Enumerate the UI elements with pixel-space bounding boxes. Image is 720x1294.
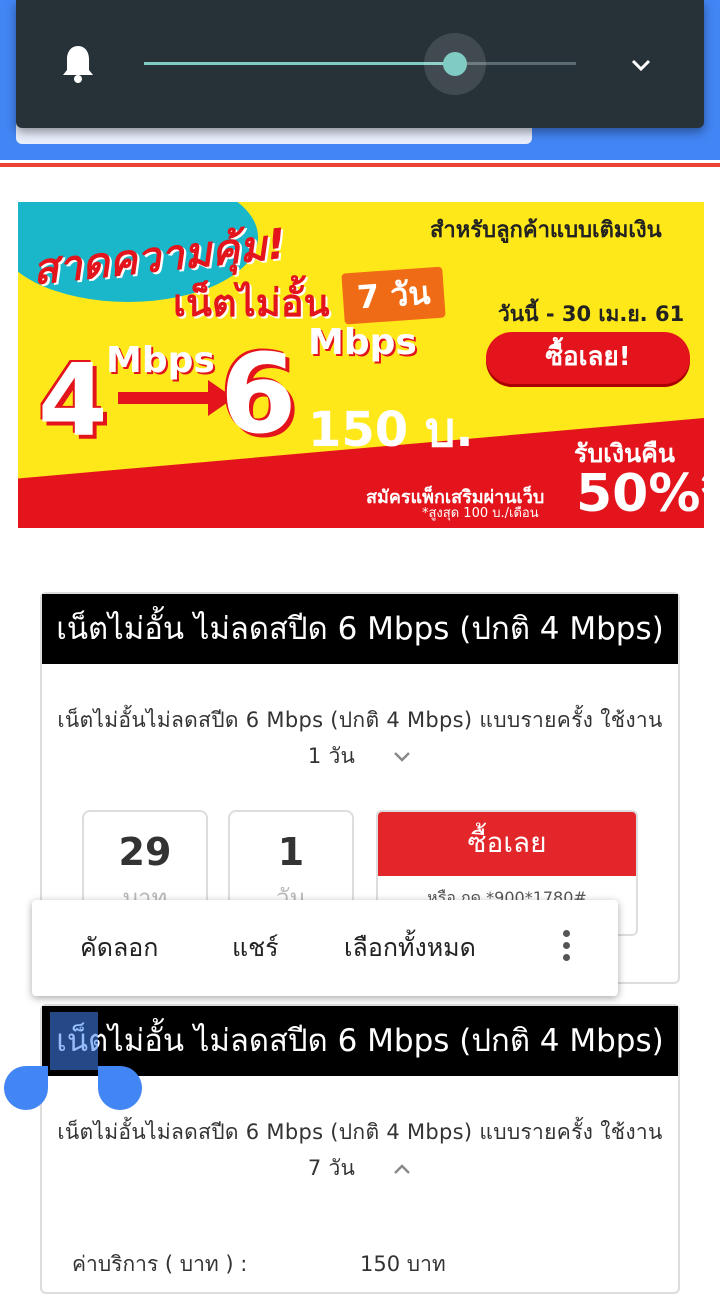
- banner-to-unit: Mbps: [308, 322, 417, 363]
- buy-button[interactable]: ซื้อเลย: [378, 812, 636, 876]
- package-card: เน็ตไม่อั้น ไม่ลดสปีด 6 Mbps (ปกติ 4 Mbp…: [40, 1004, 680, 1294]
- volume-panel: [16, 0, 704, 128]
- duration-value: 1: [277, 830, 305, 874]
- menu-item-copy[interactable]: คัดลอก: [80, 900, 158, 996]
- text-selection-highlight: [50, 1012, 98, 1070]
- volume-slider-track[interactable]: [144, 62, 576, 65]
- banner-cashback-percent: 50%*: [576, 464, 704, 524]
- package-description-line: เน็ตไม่อั้นไม่ลดสปีด 6 Mbps (ปกติ 4 Mbps…: [57, 1120, 663, 1144]
- banner-from-unit: Mbps: [106, 340, 215, 381]
- package-description: เน็ตไม่อั้นไม่ลดสปีด 6 Mbps (ปกติ 4 Mbps…: [42, 1114, 678, 1186]
- banner-from-speed: 4: [38, 342, 108, 459]
- selection-handle-left[interactable]: [4, 1066, 48, 1110]
- menu-item-share[interactable]: แชร์: [232, 900, 279, 996]
- package-description-line: เน็ตไม่อั้นไม่ลดสปีด 6 Mbps (ปกติ 4 Mbps…: [57, 708, 663, 732]
- banner-price: 150 บ.: [308, 402, 474, 458]
- fee-value: 150 บาท: [360, 1252, 446, 1276]
- package-description: เน็ตไม่อั้นไม่ลดสปีด 6 Mbps (ปกติ 4 Mbps…: [42, 702, 678, 774]
- banner-period: วันนี้ - 30 เม.ย. 61: [498, 302, 685, 326]
- page-header-divider: [0, 163, 720, 167]
- menu-item-select-all[interactable]: เลือกทั้งหมด: [344, 900, 476, 996]
- volume-slider-fill: [144, 62, 456, 65]
- banner-cashback-limit: *สูงสุด 100 บ./เดือน: [422, 506, 539, 521]
- promo-banner[interactable]: สาดความคุ้ม! สำหรับลูกค้าแบบเติมเงิน เน็…: [18, 202, 704, 528]
- banner-arrow: [118, 392, 218, 404]
- price-value: 29: [118, 830, 172, 874]
- volume-slider-thumb[interactable]: [443, 52, 468, 76]
- selection-handle-right[interactable]: [98, 1066, 142, 1110]
- package-duration-text: 7 วัน: [307, 1156, 356, 1180]
- chevron-down-icon[interactable]: [626, 50, 656, 80]
- chevron-down-icon[interactable]: [392, 747, 412, 767]
- package-title[interactable]: เน็ตไม่อั้น ไม่ลดสปีด 6 Mbps (ปกติ 4 Mbp…: [42, 1006, 678, 1076]
- fee-label: ค่าบริการ ( บาท ) :: [72, 1252, 248, 1276]
- chevron-up-icon[interactable]: [392, 1159, 412, 1179]
- banner-days: 7 วัน: [341, 266, 446, 325]
- banner-unlimited: เน็ตไม่อั้น: [173, 281, 330, 325]
- package-duration-text: 1 วัน: [307, 744, 356, 768]
- package-collapse-row[interactable]: 7 วัน: [48, 1150, 672, 1186]
- more-vert-icon[interactable]: [556, 930, 576, 966]
- text-selection-menu: คัดลอก แชร์ เลือกทั้งหมด: [32, 900, 618, 996]
- bell-icon[interactable]: [60, 44, 96, 84]
- banner-to-speed: 6: [220, 330, 297, 458]
- banner-audience: สำหรับลูกค้าแบบเติมเงิน: [430, 218, 662, 243]
- package-expand-row[interactable]: 1 วัน: [48, 738, 672, 774]
- banner-buy-button[interactable]: ซื้อเลย!: [486, 332, 690, 384]
- package-title: เน็ตไม่อั้น ไม่ลดสปีด 6 Mbps (ปกติ 4 Mbp…: [42, 594, 678, 664]
